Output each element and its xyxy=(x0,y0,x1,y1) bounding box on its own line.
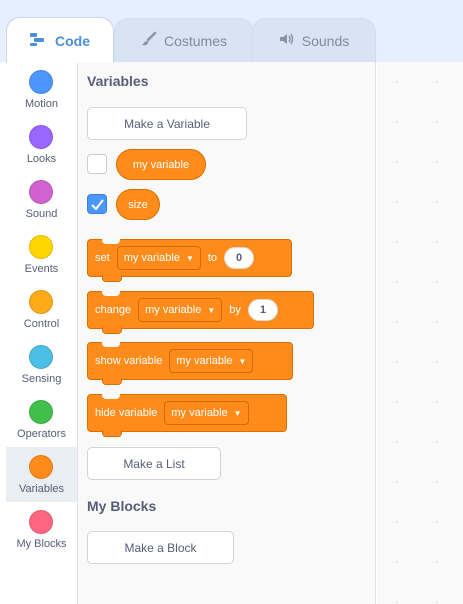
change-variable-dropdown[interactable]: my variable ▼ xyxy=(138,298,223,322)
category-label: Events xyxy=(24,263,59,275)
category-label: Variables xyxy=(18,483,65,495)
category-events[interactable]: Events xyxy=(6,227,77,282)
events-dot-icon xyxy=(29,235,53,259)
caret-down-icon: ▼ xyxy=(185,253,194,263)
tab-sounds-label: Sounds xyxy=(301,32,350,49)
variables-dot-icon xyxy=(29,455,53,479)
category-label: Operators xyxy=(17,428,66,440)
category-label: Looks xyxy=(26,153,57,165)
hide-variable-block[interactable]: hide variable my variable ▼ xyxy=(87,394,287,437)
change-variable-block[interactable]: change my variable ▼ by 1 xyxy=(87,291,314,334)
brush-icon xyxy=(141,31,157,50)
category-label: My Blocks xyxy=(16,538,67,550)
set-block-to-label: to xyxy=(207,252,218,264)
my-variable-checkbox[interactable] xyxy=(87,154,107,174)
caret-down-icon: ▼ xyxy=(238,356,247,366)
sensing-dot-icon xyxy=(29,345,53,369)
change-value-input[interactable]: 1 xyxy=(247,299,278,321)
category-label: Motion xyxy=(24,98,59,110)
tab-costumes[interactable]: Costumes xyxy=(114,18,254,62)
category-operators[interactable]: Operators xyxy=(6,392,77,447)
motion-dot-icon xyxy=(29,70,53,94)
tab-costumes-label: Costumes xyxy=(163,32,228,49)
my-variable-reporter[interactable]: my variable xyxy=(116,149,206,180)
change-block-label: change xyxy=(95,304,132,316)
category-variables[interactable]: Variables xyxy=(6,447,77,502)
my-blocks-dot-icon xyxy=(29,510,53,534)
tab-code[interactable]: Code xyxy=(6,17,114,63)
change-block-by-label: by xyxy=(229,304,241,316)
show-variable-block[interactable]: show variable my variable ▼ xyxy=(87,342,293,385)
category-looks[interactable]: Looks xyxy=(6,117,77,172)
category-label: Sound xyxy=(25,208,58,220)
hide-dropdown-value: my variable xyxy=(171,407,228,419)
operators-dot-icon xyxy=(29,400,53,424)
tab-code-label: Code xyxy=(55,32,90,49)
hide-block-label: hide variable xyxy=(95,407,158,419)
code-workspace[interactable] xyxy=(377,62,463,604)
sound-dot-icon xyxy=(29,180,53,204)
tab-sounds[interactable]: Sounds xyxy=(252,18,376,62)
category-label: Control xyxy=(23,318,60,330)
show-block-label: show variable xyxy=(95,355,163,367)
editor-tab-bar: Code Costumes Sounds xyxy=(0,0,463,63)
category-sensing[interactable]: Sensing xyxy=(6,337,77,392)
category-motion[interactable]: Motion xyxy=(6,62,77,117)
block-palette[interactable]: Variables Make a Variable my variable si… xyxy=(78,62,376,604)
looks-dot-icon xyxy=(29,125,53,149)
checkmark-icon xyxy=(91,199,104,210)
size-reporter[interactable]: size xyxy=(116,189,160,220)
control-dot-icon xyxy=(29,290,53,314)
set-variable-dropdown[interactable]: my variable ▼ xyxy=(116,246,201,270)
caret-down-icon: ▼ xyxy=(233,408,242,418)
make-block-button[interactable]: Make a Block xyxy=(87,531,234,564)
show-variable-dropdown[interactable]: my variable ▼ xyxy=(169,349,254,373)
hide-variable-dropdown[interactable]: my variable ▼ xyxy=(164,401,249,425)
category-sound[interactable]: Sound xyxy=(6,172,77,227)
make-list-button[interactable]: Make a List xyxy=(87,447,221,480)
change-dropdown-value: my variable xyxy=(145,304,202,316)
variables-heading: Variables xyxy=(87,73,149,89)
set-variable-block[interactable]: set my variable ▼ to 0 xyxy=(87,239,292,282)
set-dropdown-value: my variable xyxy=(123,252,180,264)
category-control[interactable]: Control xyxy=(6,282,77,337)
code-icon xyxy=(30,32,48,49)
category-menu: Motion Looks Sound Events Control Sensin… xyxy=(6,62,78,604)
make-variable-button[interactable]: Make a Variable xyxy=(87,107,247,140)
category-my-blocks[interactable]: My Blocks xyxy=(6,502,77,557)
show-dropdown-value: my variable xyxy=(176,355,233,367)
set-block-label: set xyxy=(95,252,110,264)
size-checkbox[interactable] xyxy=(87,194,107,214)
speaker-icon xyxy=(279,32,295,49)
caret-down-icon: ▼ xyxy=(207,305,216,315)
category-label: Sensing xyxy=(21,373,62,385)
my-blocks-heading: My Blocks xyxy=(87,498,157,514)
set-value-input[interactable]: 0 xyxy=(224,247,255,269)
